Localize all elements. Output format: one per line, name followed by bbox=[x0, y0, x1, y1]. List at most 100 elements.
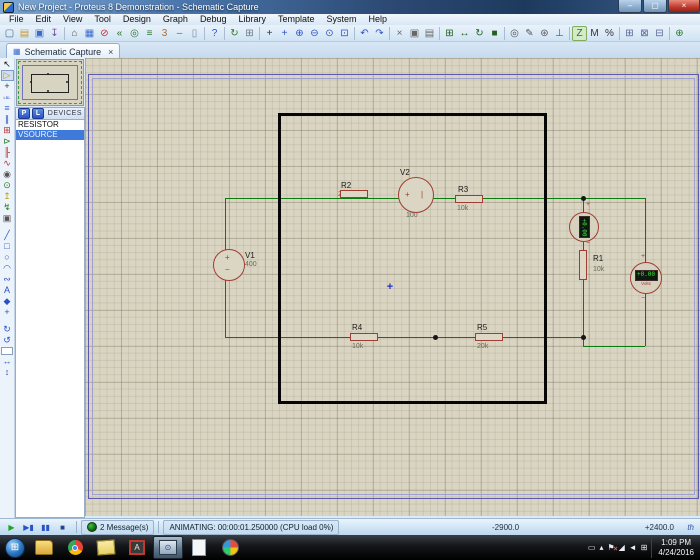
home-page-icon[interactable]: ⌂ bbox=[67, 26, 82, 41]
rotate-cw-icon[interactable]: ↻ bbox=[1, 324, 14, 335]
minimize-button[interactable]: – bbox=[618, 0, 642, 13]
wire-label-mode-icon[interactable]: LBL bbox=[1, 92, 14, 103]
dc-voltmeter[interactable]: +0.00 Volts bbox=[630, 262, 662, 294]
copy-icon[interactable]: ▣ bbox=[407, 26, 422, 41]
zoom-all-icon[interactable]: ⊙ bbox=[322, 26, 337, 41]
packaging-tool-icon[interactable]: ⊛ bbox=[537, 26, 552, 41]
maximize-button[interactable]: ▢ bbox=[643, 0, 667, 13]
buses-mode-icon[interactable]: ∥ bbox=[1, 114, 14, 125]
pause-button[interactable]: ▮▮ bbox=[38, 521, 53, 534]
notepad-app[interactable] bbox=[184, 536, 214, 559]
schematic-capture-icon[interactable]: ▦ bbox=[82, 26, 97, 41]
open-project-icon[interactable]: ▤ bbox=[17, 26, 32, 41]
path-mode-icon[interactable]: ∾ bbox=[1, 274, 14, 285]
source-v1[interactable]: + − bbox=[213, 249, 245, 281]
line-mode-icon[interactable]: ╱ bbox=[1, 230, 14, 241]
wire-autorouter-icon[interactable]: Z bbox=[572, 26, 587, 41]
rotation-angle-box[interactable] bbox=[1, 347, 13, 355]
current-probe-mode-icon[interactable]: ↯ bbox=[1, 202, 14, 213]
device-list-item[interactable]: VSOURCE bbox=[16, 130, 84, 140]
device-list-item[interactable]: RESISTOR bbox=[16, 120, 84, 130]
design-explorer-icon[interactable]: ◎ bbox=[127, 26, 142, 41]
subcircuit-mode-icon[interactable]: ⊞ bbox=[1, 125, 14, 136]
virtual-instruments-mode-icon[interactable]: ▣ bbox=[1, 213, 14, 224]
input-indicator-icon[interactable]: ⊞ bbox=[641, 543, 648, 553]
sticky-notes-app[interactable] bbox=[91, 536, 121, 559]
open-design-explorer-icon[interactable]: ⊕ bbox=[672, 26, 687, 41]
volume-icon[interactable]: ◄ bbox=[629, 543, 637, 553]
pcb-layout-icon[interactable]: ⊘ bbox=[97, 26, 112, 41]
arc-mode-icon[interactable]: ◠ bbox=[1, 263, 14, 274]
rotate-ccw-icon[interactable]: ↺ bbox=[1, 335, 14, 346]
grid-toggle-icon[interactable]: ⊞ bbox=[242, 26, 257, 41]
adobe-reader-app[interactable]: A bbox=[122, 536, 152, 559]
block-rotate-icon[interactable]: ↻ bbox=[472, 26, 487, 41]
terminals-mode-icon[interactable]: ⊳ bbox=[1, 136, 14, 147]
overview-pane[interactable] bbox=[16, 59, 84, 106]
battery-icon[interactable]: ▭ bbox=[588, 543, 596, 553]
3d-visualizer-icon[interactable]: 3 bbox=[157, 26, 172, 41]
close-button[interactable]: × bbox=[668, 0, 700, 13]
cut-icon[interactable]: × bbox=[392, 26, 407, 41]
library-manager-button[interactable]: L bbox=[32, 108, 44, 119]
junction-dot-mode-icon[interactable]: + bbox=[1, 81, 14, 92]
start-button[interactable]: ⊞ bbox=[2, 536, 28, 559]
property-assignment-icon[interactable]: % bbox=[602, 26, 617, 41]
circle-mode-icon[interactable]: ○ bbox=[1, 252, 14, 263]
zoom-out-icon[interactable]: ⊖ bbox=[307, 26, 322, 41]
search-tag-icon[interactable]: M bbox=[587, 26, 602, 41]
stop-button[interactable]: ■ bbox=[55, 521, 70, 534]
pick-parts-icon[interactable]: ◎ bbox=[507, 26, 522, 41]
generator-mode-icon[interactable]: ⊙ bbox=[1, 180, 14, 191]
taskbar-clock[interactable]: 1:09 PM 4/24/2016 bbox=[651, 538, 700, 558]
message-panel[interactable]: 2 Message(s) bbox=[81, 520, 154, 535]
new-sheet-icon[interactable]: ⊞ bbox=[622, 26, 637, 41]
redraw-icon[interactable]: ↻ bbox=[227, 26, 242, 41]
block-delete-icon[interactable]: ■ bbox=[487, 26, 502, 41]
voltage-probe-mode-icon[interactable]: ↥ bbox=[1, 191, 14, 202]
action-center-icon[interactable]: ⚑ bbox=[607, 543, 614, 553]
import-project-icon[interactable]: ↧ bbox=[47, 26, 62, 41]
network-icon[interactable]: ◢ bbox=[619, 543, 625, 553]
chrome-app[interactable] bbox=[60, 536, 90, 559]
block-move-icon[interactable]: ↔ bbox=[457, 26, 472, 41]
text-mode-icon[interactable]: A bbox=[1, 285, 14, 296]
hidden-icons-chevron[interactable]: ▴ bbox=[599, 543, 603, 553]
text-script-mode-icon[interactable]: ≡ bbox=[1, 103, 14, 114]
remove-sheet-icon[interactable]: ⊠ bbox=[637, 26, 652, 41]
paste-icon[interactable]: ▤ bbox=[422, 26, 437, 41]
symbol-mode-icon[interactable]: ◆ bbox=[1, 296, 14, 307]
save-project-icon[interactable]: ▣ bbox=[32, 26, 47, 41]
exit-to-parent-icon[interactable]: ⊟ bbox=[652, 26, 667, 41]
component-mode-icon[interactable]: ▷ bbox=[1, 70, 14, 81]
pick-devices-button[interactable]: P bbox=[18, 108, 30, 119]
resistor-r1[interactable] bbox=[579, 250, 587, 280]
gerber-viewer-icon[interactable]: « bbox=[112, 26, 127, 41]
graph-mode-icon[interactable]: ∿ bbox=[1, 158, 14, 169]
zoom-area-icon[interactable]: ⊡ bbox=[337, 26, 352, 41]
schematic-canvas[interactable]: + − V1 400 + | V2 100 2k R2 R3 10k R4 10… bbox=[85, 58, 700, 516]
netlist-icon[interactable]: – bbox=[172, 26, 187, 41]
make-device-icon[interactable]: ✎ bbox=[522, 26, 537, 41]
center-at-cursor-icon[interactable]: + bbox=[277, 26, 292, 41]
proteus-app[interactable]: ⊙ bbox=[153, 536, 183, 559]
tape-recorder-mode-icon[interactable]: ◉ bbox=[1, 169, 14, 180]
documentation-icon[interactable]: ▯ bbox=[187, 26, 202, 41]
play-button[interactable]: ▶ bbox=[4, 521, 19, 534]
bill-of-materials-icon[interactable]: ≡ bbox=[142, 26, 157, 41]
new-project-icon[interactable]: ▢ bbox=[2, 26, 17, 41]
box-mode-icon[interactable]: □ bbox=[1, 241, 14, 252]
step-button[interactable]: ▶▮ bbox=[21, 521, 36, 534]
device-pins-mode-icon[interactable]: ╟ bbox=[1, 147, 14, 158]
explorer-app[interactable] bbox=[29, 536, 59, 559]
dc-ammeter[interactable]: +0.00 bbox=[569, 212, 599, 242]
mirror-y-icon[interactable]: ↕ bbox=[1, 367, 14, 378]
zoom-in-icon[interactable]: ⊕ bbox=[292, 26, 307, 41]
block-copy-icon[interactable]: ⊞ bbox=[442, 26, 457, 41]
false-origin-icon[interactable]: + bbox=[262, 26, 277, 41]
decompose-icon[interactable]: ⊥ bbox=[552, 26, 567, 41]
help-icon[interactable]: ? bbox=[207, 26, 222, 41]
selection-mode-icon[interactable]: ↖ bbox=[1, 59, 14, 70]
marker-mode-icon[interactable]: + bbox=[1, 307, 14, 318]
redo-icon[interactable]: ↷ bbox=[372, 26, 387, 41]
